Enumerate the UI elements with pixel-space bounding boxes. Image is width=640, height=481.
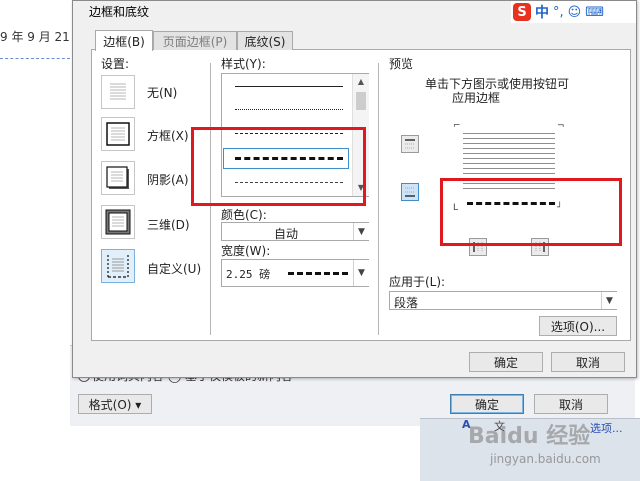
bottom-border-button-icon[interactable] [401, 183, 419, 201]
style-option-dotted[interactable] [235, 109, 343, 110]
setting-3d-label[interactable]: 三维(D) [147, 216, 190, 233]
preview-text-line [463, 138, 555, 139]
style-label: 样式(Y): [221, 57, 266, 71]
ok-button[interactable]: 确定 [469, 352, 543, 372]
preview-corner-mark: ¬ [557, 121, 565, 131]
style-option-solid[interactable] [235, 86, 343, 87]
setting-custom-label[interactable]: 自定义(U) [147, 260, 201, 277]
column-divider [378, 63, 379, 335]
dialog-title: 边框和底纹 [89, 5, 150, 19]
chevron-down-icon[interactable]: ▼ [353, 260, 369, 286]
baidu-watermark-url: jingyan.baidu.com [490, 452, 601, 466]
scroll-thumb[interactable] [356, 92, 366, 110]
setting-none-label[interactable]: 无(N) [147, 84, 177, 101]
preview-text-line [463, 153, 555, 154]
punctuation-icon[interactable]: °, [553, 5, 564, 20]
ime-toolbar: S 中 °, ☺ ⌨ [511, 1, 636, 23]
options-button[interactable]: 选项(O)... [539, 316, 617, 336]
apply-to-dropdown[interactable]: 段落 ▼ [389, 291, 617, 310]
highlight-box-preview [440, 178, 622, 246]
width-label: 宽度(W): [221, 244, 271, 258]
setting-shadow-icon[interactable] [101, 161, 135, 195]
setting-custom-icon[interactable] [101, 249, 135, 283]
baidu-watermark: Baidu 经验 [468, 424, 591, 449]
preview-text-line [463, 133, 555, 134]
top-border-button-icon[interactable] [401, 135, 419, 153]
setting-shadow-label[interactable]: 阴影(A) [147, 171, 189, 188]
apply-to-label: 应用于(L): [389, 275, 446, 289]
highlight-box-style [191, 127, 366, 206]
preview-label: 预览 [389, 57, 414, 71]
preview-text-line [463, 143, 555, 144]
preview-text-line [463, 158, 555, 159]
sogou-logo-icon[interactable]: S [513, 3, 531, 21]
width-dropdown[interactable]: 2.25 磅 ▼ [221, 259, 369, 287]
scroll-up-icon[interactable]: ▲ [353, 74, 369, 88]
setting-box-label[interactable]: 方框(X) [147, 127, 189, 144]
preview-corner-mark: ⌐ [453, 121, 461, 131]
tab-page-border[interactable]: 页面边框(P) [153, 31, 237, 50]
color-dropdown[interactable]: 自动 ▼ [221, 222, 369, 241]
apply-to-value: 段落 [394, 296, 419, 310]
chevron-down-icon[interactable]: ▼ [601, 292, 617, 309]
setting-box-icon[interactable] [101, 117, 135, 151]
setting-3d-icon[interactable] [101, 205, 135, 239]
setting-none-icon[interactable] [101, 75, 135, 109]
keyboard-icon[interactable]: ⌨ [585, 5, 604, 20]
tab-borders[interactable]: 边框(B) [95, 30, 153, 51]
width-line-sample [288, 272, 348, 275]
color-label: 颜色(C): [221, 208, 267, 222]
preview-hint: 应用边框 [452, 91, 501, 105]
emoji-icon[interactable]: ☺ [568, 5, 582, 20]
chevron-down-icon[interactable]: ▼ [353, 223, 369, 240]
background-dashed-rule [0, 58, 70, 59]
tab-shading[interactable]: 底纹(S) [237, 31, 293, 50]
preview-text-line [463, 168, 555, 169]
background-ok-button[interactable]: 确定 [450, 394, 524, 414]
cancel-button[interactable]: 取消 [551, 352, 625, 372]
background-options-link[interactable]: 选项... [590, 420, 623, 436]
preview-text-line [463, 148, 555, 149]
preview-text-line [463, 163, 555, 164]
color-value: 自动 [273, 227, 298, 241]
width-value: 2.25 磅 [226, 268, 271, 281]
ime-language-toggle[interactable]: 中 [535, 2, 549, 22]
preview-text-line [463, 173, 555, 174]
settings-label: 设置: [101, 57, 130, 71]
background-cancel-button[interactable]: 取消 [534, 394, 608, 414]
background-format-button[interactable]: 格式(O) ▾ [78, 394, 152, 414]
